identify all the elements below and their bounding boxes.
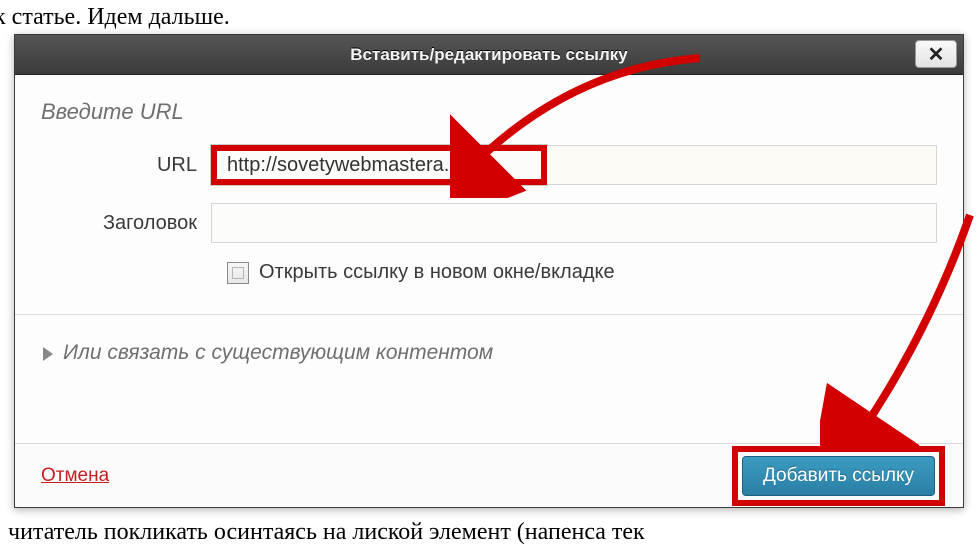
url-label: URL — [41, 154, 211, 177]
submit-highlight: Добавить ссылку — [732, 446, 945, 506]
background-text-bottom: читатель покликать осинтаясь на лиской э… — [8, 519, 645, 546]
section-heading: Введите URL — [41, 99, 937, 125]
chevron-right-icon — [43, 347, 53, 361]
link-existing-label: Или связать с существующим контентом — [63, 341, 493, 364]
url-input-extension[interactable] — [547, 145, 937, 185]
title-row: Заголовок — [41, 203, 937, 243]
close-button[interactable]: ✕ — [915, 40, 957, 68]
dialog-footer: Отмена Добавить ссылку — [15, 443, 963, 507]
url-row: URL — [41, 145, 937, 185]
add-link-button[interactable]: Добавить ссылку — [742, 456, 935, 496]
dialog-title: Вставить/редактировать ссылку — [350, 45, 627, 65]
dialog-titlebar: Вставить/редактировать ссылку ✕ — [15, 35, 963, 75]
url-input[interactable] — [211, 145, 547, 185]
close-icon: ✕ — [928, 42, 945, 67]
link-dialog: Вставить/редактировать ссылку ✕ Введите … — [14, 34, 964, 508]
new-tab-checkbox[interactable] — [227, 262, 249, 284]
background-text-top: к статье. Идем дальше. — [0, 4, 230, 31]
new-tab-label: Открыть ссылку в новом окне/вкладке — [259, 261, 615, 284]
new-tab-row: Открыть ссылку в новом окне/вкладке — [227, 261, 937, 284]
divider — [15, 314, 963, 315]
title-label: Заголовок — [41, 212, 211, 235]
link-existing-toggle[interactable]: Или связать с существующим контентом — [41, 341, 937, 365]
title-input[interactable] — [211, 203, 937, 243]
cancel-link[interactable]: Отмена — [41, 465, 109, 487]
